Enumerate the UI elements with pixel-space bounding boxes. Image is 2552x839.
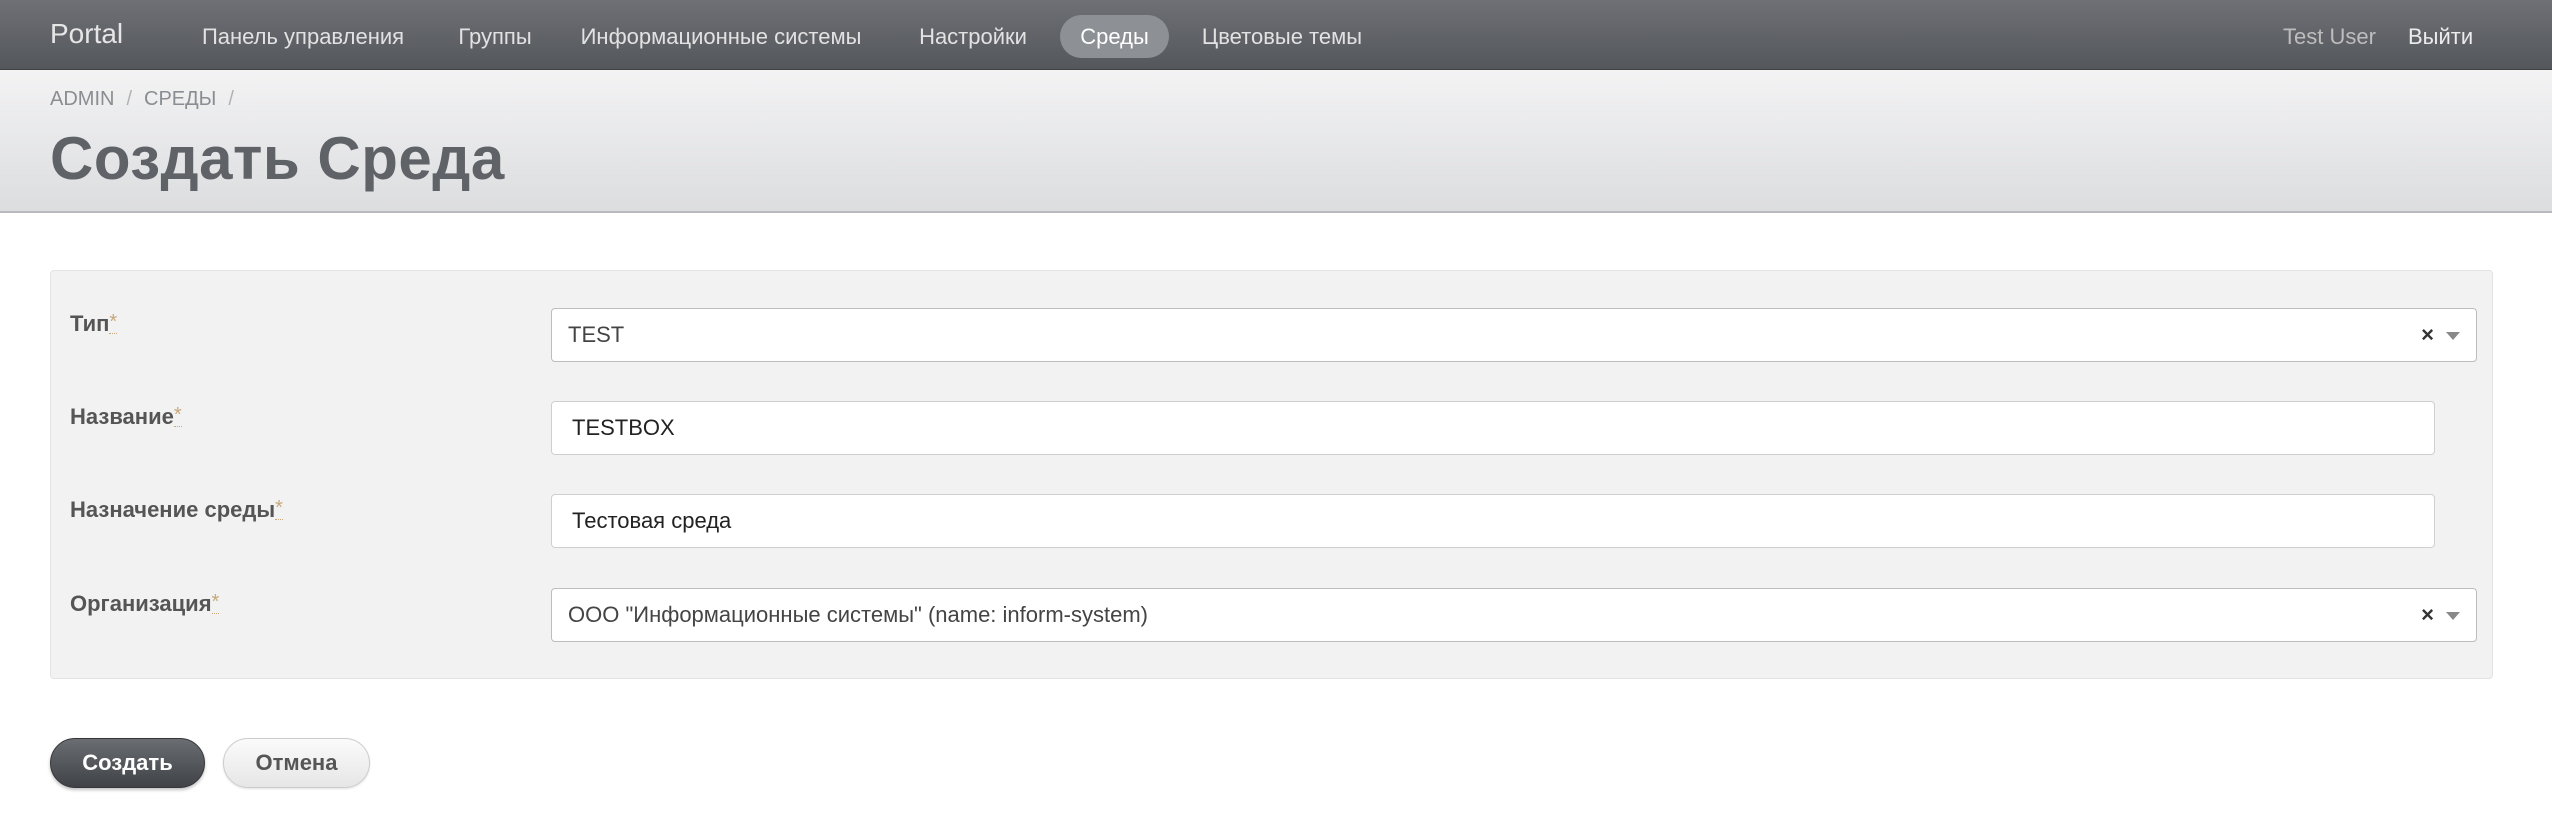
type-select-value: TEST [568,322,625,347]
name-input[interactable] [551,401,2435,455]
organization-select[interactable]: ООО "Информационные системы" (name: info… [551,588,2477,642]
organization-label-text: Организация [70,591,212,616]
page-title: Создать Среда [50,125,505,192]
breadcrumb-item-admin[interactable]: ADMIN [50,88,114,111]
brand-link[interactable]: Portal [50,18,123,50]
organization-select-value: ООО "Информационные системы" (name: info… [568,602,1148,627]
nav-item-dashboard[interactable]: Панель управления [186,15,420,58]
required-mark: * [173,404,182,427]
required-mark: * [109,311,118,334]
name-label: Название* [70,404,182,430]
required-mark: * [275,497,283,520]
clear-icon[interactable]: × [2421,589,2434,641]
cancel-button[interactable]: Отмена [223,738,370,788]
type-select[interactable]: TEST × [551,308,2477,362]
create-button[interactable]: Создать [50,738,205,788]
purpose-label: Назначение среды* [70,497,283,523]
chevron-down-icon[interactable] [2446,612,2460,620]
nav-item-environments[interactable]: Среды [1060,15,1169,58]
nav-item-groups[interactable]: Группы [440,15,550,58]
clear-icon[interactable]: × [2421,309,2434,361]
purpose-input[interactable] [551,494,2435,548]
organization-label: Организация* [70,591,220,617]
breadcrumb-item-environments[interactable]: СРЕДЫ [144,88,216,111]
create-environment-form: Тип* TEST × Название* Назначение среды* … [50,270,2493,679]
type-label: Тип* [70,311,118,337]
page-header: ADMIN / СРЕДЫ / Создать Среда [0,70,2552,213]
nav-item-color-themes[interactable]: Цветовые темы [1192,15,1372,58]
breadcrumb: ADMIN / СРЕДЫ / [50,88,234,111]
top-navbar: Portal Панель управления Группы Информац… [0,0,2552,70]
breadcrumb-separator: / [228,88,234,110]
chevron-down-icon[interactable] [2446,332,2460,340]
nav-item-settings[interactable]: Настройки [904,15,1042,58]
required-mark: * [211,591,220,614]
current-user[interactable]: Test User [2283,15,2376,58]
type-label-text: Тип [70,311,110,336]
breadcrumb-separator: / [126,88,133,110]
logout-link[interactable]: Выйти [2408,15,2473,58]
purpose-label-text: Назначение среды [70,497,276,522]
nav-item-information-systems[interactable]: Информационные системы [570,15,872,58]
name-label-text: Название [70,404,174,429]
